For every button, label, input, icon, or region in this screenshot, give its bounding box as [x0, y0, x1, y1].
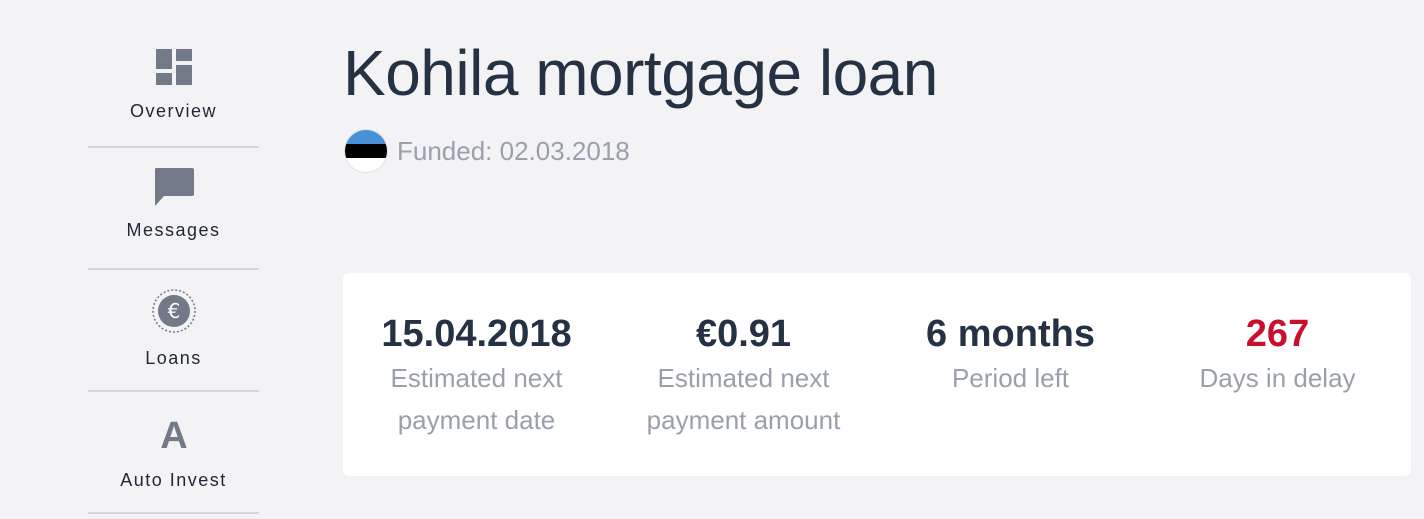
loan-stats-card: 15.04.2018 Estimated next payment date €… — [343, 273, 1411, 476]
sidebar-item-overview[interactable]: Overview — [88, 0, 259, 148]
svg-text:€: € — [167, 299, 180, 323]
stat-label: Estimated next — [657, 363, 830, 393]
sidebar-item-auto-invest[interactable]: A Auto Invest — [88, 392, 259, 514]
sidebar-nav: Overview Messages € Loans A Auto Invest — [88, 0, 259, 514]
sidebar-item-label: Loans — [145, 348, 202, 368]
sidebar-item-loans[interactable]: € Loans — [88, 270, 259, 392]
euro-coin-icon: € — [151, 288, 197, 334]
svg-text:A: A — [160, 415, 187, 454]
stat-next-payment-date: 15.04.2018 Estimated next payment date — [343, 311, 610, 441]
stat-label: Estimated next — [390, 363, 563, 393]
sidebar-item-label: Overview — [129, 101, 217, 121]
funded-date: Funded: 02.03.2018 — [397, 135, 630, 166]
stat-value: 267 — [1245, 313, 1310, 355]
dashboard-icon — [155, 48, 193, 86]
sidebar-item-label: Auto Invest — [120, 470, 227, 490]
sidebar-item-label: Messages — [126, 220, 221, 240]
stat-next-payment-amount: €0.91 Estimated next payment amount — [610, 311, 877, 441]
stat-days-in-delay: 267 Days in delay — [1144, 311, 1411, 399]
estonia-flag-icon — [345, 130, 387, 172]
stat-period-left: 6 months Period left — [877, 311, 1144, 399]
funded-row: Funded: 02.03.2018 — [345, 130, 630, 172]
message-icon — [152, 166, 196, 210]
auto-invest-icon: A — [157, 412, 191, 454]
stat-label: Days in delay — [1199, 363, 1356, 393]
stat-value: 15.04.2018 — [381, 313, 572, 355]
stat-value: €0.91 — [695, 313, 792, 355]
stat-value: 6 months — [926, 313, 1095, 355]
stat-label: Period left — [951, 363, 1070, 393]
page-title: Kohila mortgage loan — [343, 37, 938, 109]
stat-label: payment amount — [646, 405, 841, 435]
stat-label: payment date — [397, 405, 556, 435]
sidebar-item-messages[interactable]: Messages — [88, 148, 259, 270]
